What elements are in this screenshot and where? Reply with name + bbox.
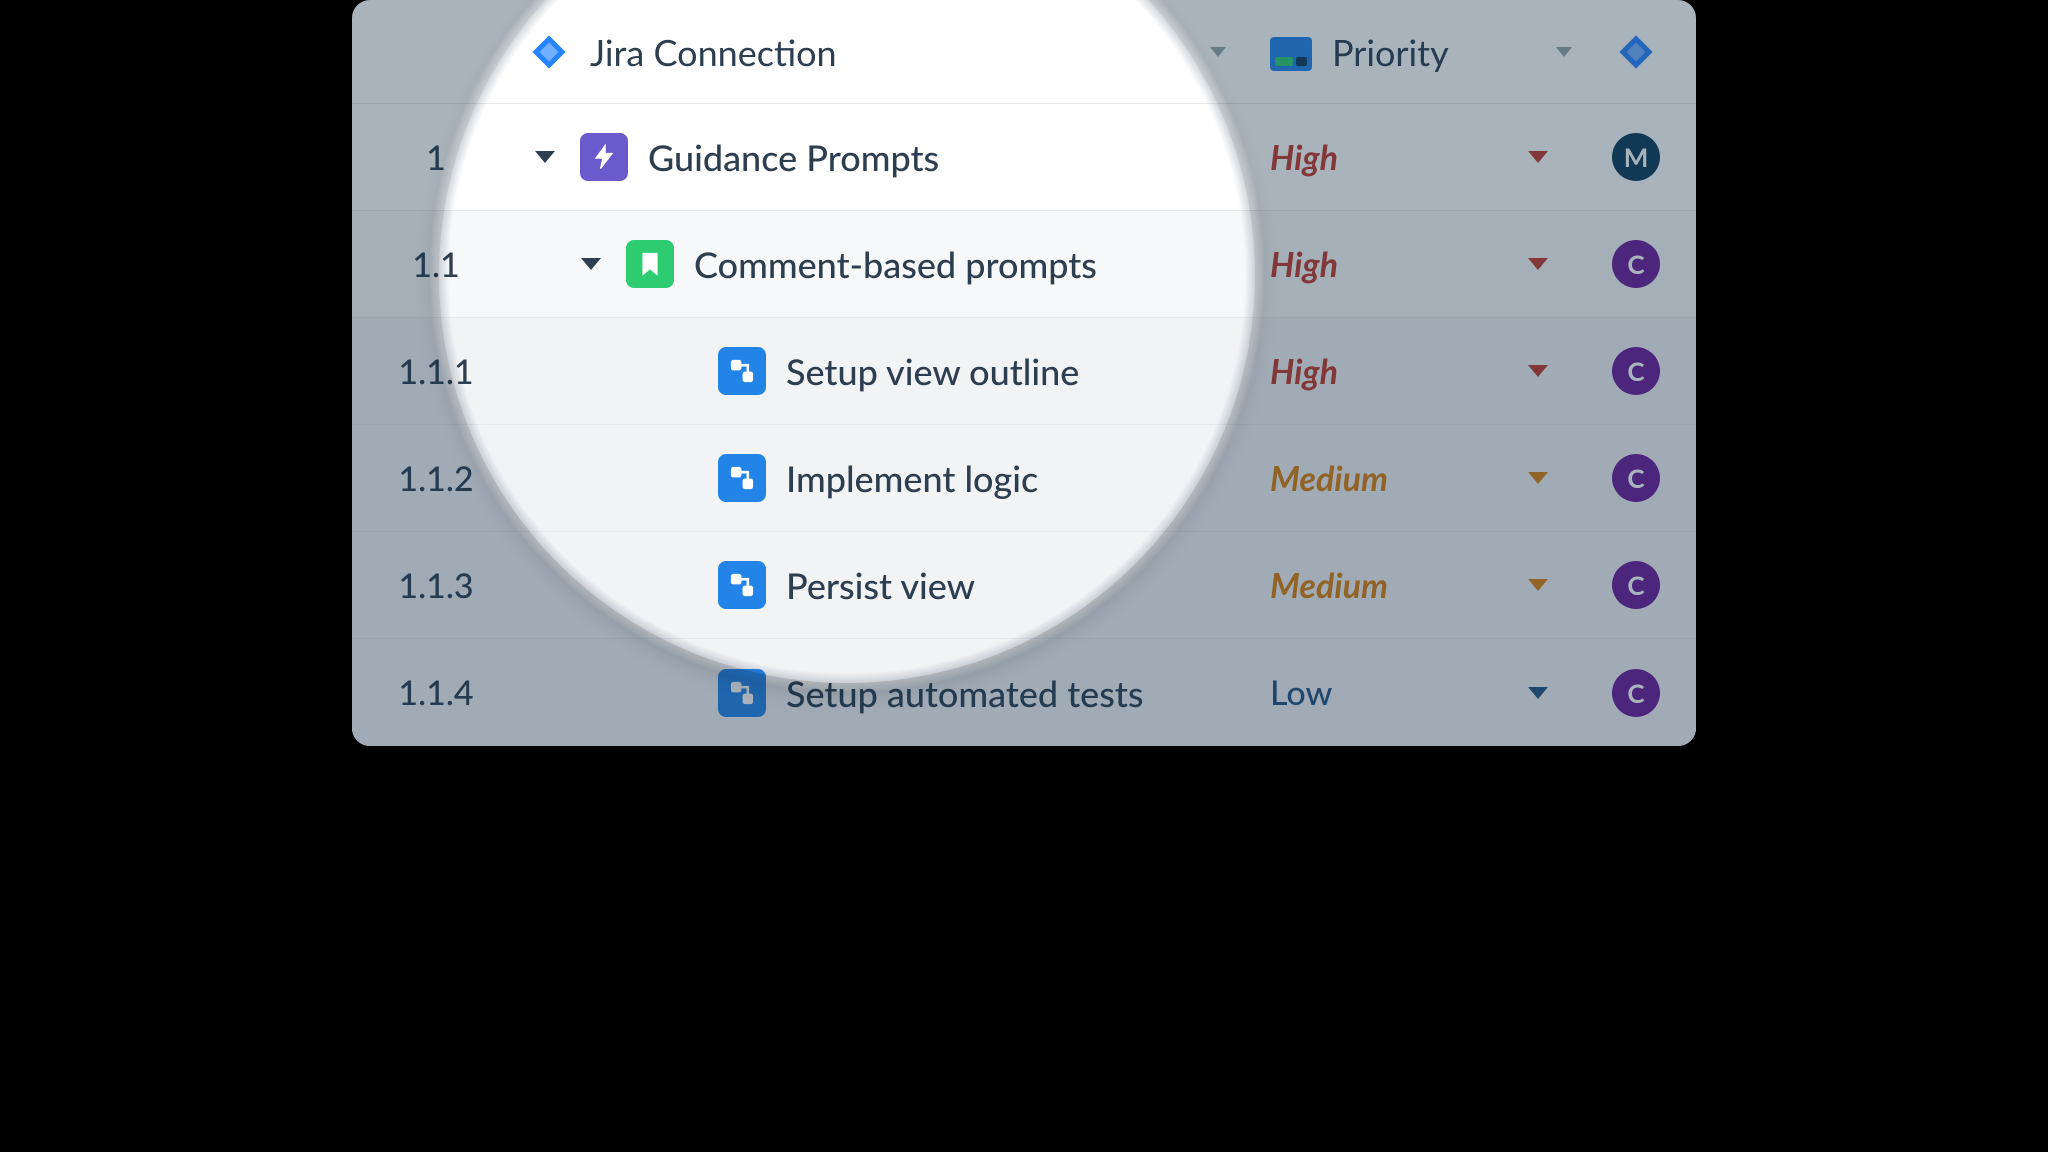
row-title-cell[interactable]: Guidance Prompts [520, 133, 1254, 181]
priority-label: Medium [1270, 458, 1388, 499]
column-header-priority-label: Priority [1332, 30, 1449, 74]
chevron-down-icon[interactable] [1556, 47, 1572, 57]
table-body: 1 Guidance Prompts High M 1.1 Comment-based p… [352, 104, 1696, 746]
priority-cell[interactable]: High [1254, 137, 1576, 178]
avatar: C [1612, 561, 1660, 609]
table-row[interactable]: 1.1.3 Persist view Medium C [352, 532, 1696, 639]
epic-icon [580, 133, 628, 181]
task-icon [718, 669, 766, 717]
row-title: Implement logic [786, 456, 1038, 500]
priority-column-icon [1270, 35, 1312, 69]
expand-toggle[interactable] [530, 151, 560, 163]
chevron-down-icon [1528, 258, 1548, 270]
avatar: C [1612, 347, 1660, 395]
row-title-cell[interactable]: Setup automated tests [520, 669, 1254, 717]
chevron-down-icon[interactable] [1210, 47, 1226, 57]
row-number: 1 [352, 137, 520, 178]
assignee-cell[interactable]: C [1576, 347, 1696, 395]
row-title-cell[interactable]: Implement logic [520, 454, 1254, 502]
avatar: C [1612, 669, 1660, 717]
priority-cell[interactable]: High [1254, 244, 1576, 285]
jira-icon [530, 33, 568, 71]
table-card: Jira Connection Priority 1 Guidance Promp… [352, 0, 1696, 746]
table-row[interactable]: 1 Guidance Prompts High M [352, 104, 1696, 211]
table-header: Jira Connection Priority [352, 0, 1696, 104]
chevron-down-icon [1528, 365, 1548, 377]
priority-label: High [1270, 244, 1338, 285]
table-row[interactable]: 1.1.2 Implement logic Medium C [352, 425, 1696, 532]
priority-cell[interactable]: High [1254, 351, 1576, 392]
task-icon [718, 561, 766, 609]
row-title: Setup view outline [786, 349, 1079, 393]
chevron-down-icon [1528, 472, 1548, 484]
column-header-name[interactable]: Jira Connection [352, 30, 1254, 74]
row-title-cell[interactable]: Comment-based prompts [520, 240, 1254, 288]
avatar: M [1612, 133, 1660, 181]
priority-cell[interactable]: Medium [1254, 565, 1576, 606]
priority-cell[interactable]: Low [1254, 672, 1576, 713]
avatar: C [1612, 454, 1660, 502]
assignee-cell[interactable]: C [1576, 561, 1696, 609]
row-title: Setup automated tests [786, 671, 1144, 715]
column-header-priority[interactable]: Priority [1254, 30, 1576, 74]
column-header-jira[interactable] [1576, 33, 1696, 71]
priority-label: Medium [1270, 565, 1388, 606]
priority-label: Low [1270, 672, 1332, 713]
row-title: Guidance Prompts [648, 135, 939, 179]
assignee-cell[interactable]: C [1576, 240, 1696, 288]
table-row[interactable]: 1.1.4 Setup automated tests Low C [352, 639, 1696, 746]
chevron-down-icon [1528, 687, 1548, 699]
row-title-cell[interactable]: Persist view [520, 561, 1254, 609]
task-icon [718, 347, 766, 395]
jira-icon [1617, 33, 1655, 71]
row-title: Comment-based prompts [694, 242, 1097, 286]
priority-label: High [1270, 137, 1338, 178]
chevron-down-icon [1528, 579, 1548, 591]
priority-label: High [1270, 351, 1338, 392]
story-icon [626, 240, 674, 288]
assignee-cell[interactable]: M [1576, 133, 1696, 181]
priority-cell[interactable]: Medium [1254, 458, 1576, 499]
chevron-down-icon [581, 258, 601, 270]
row-title: Persist view [786, 563, 975, 607]
assignee-cell[interactable]: C [1576, 669, 1696, 717]
row-number: 1.1 [352, 244, 520, 285]
column-header-name-label: Jira Connection [590, 30, 837, 74]
assignee-cell[interactable]: C [1576, 454, 1696, 502]
expand-toggle[interactable] [576, 258, 606, 270]
row-number: 1.1.2 [352, 458, 520, 499]
avatar: C [1612, 240, 1660, 288]
task-icon [718, 454, 766, 502]
table-row[interactable]: 1.1 Comment-based prompts High C [352, 211, 1696, 318]
table-row[interactable]: 1.1.1 Setup view outline High C [352, 318, 1696, 425]
chevron-down-icon [1528, 151, 1548, 163]
row-number: 1.1.3 [352, 565, 520, 606]
row-number: 1.1.4 [352, 672, 520, 713]
chevron-down-icon [535, 151, 555, 163]
row-title-cell[interactable]: Setup view outline [520, 347, 1254, 395]
row-number: 1.1.1 [352, 351, 520, 392]
